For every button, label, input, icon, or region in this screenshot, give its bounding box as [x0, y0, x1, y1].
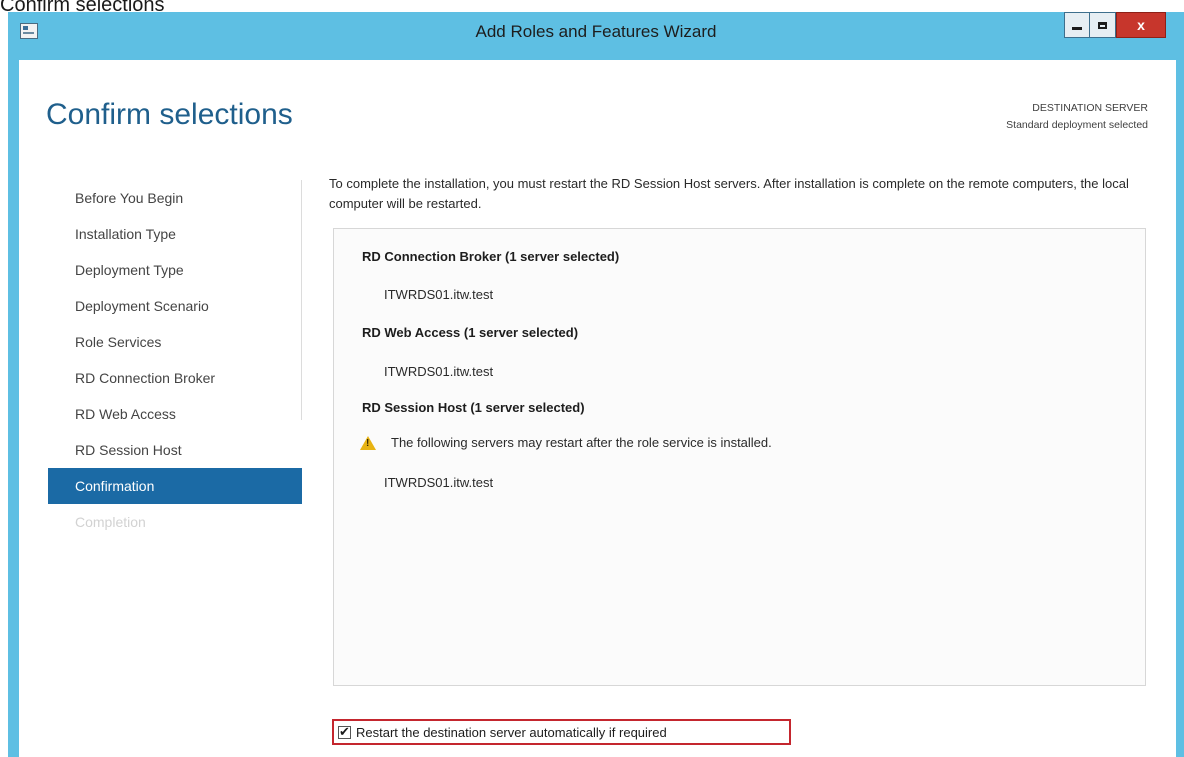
restart-description: To complete the installation, you must r… — [329, 176, 1129, 211]
minimize-button[interactable] — [1064, 12, 1090, 38]
server-item-connection-broker: ITWRDS01.itw.test — [384, 287, 494, 302]
selections-panel: RD Connection Broker (1 server selected)… — [333, 228, 1146, 686]
nav-item-rd-session-host[interactable]: RD Session Host — [48, 432, 302, 468]
maximize-button[interactable] — [1090, 12, 1116, 38]
section-heading-rd-session-host: RD Session Host (1 server selected) — [362, 400, 585, 415]
server-item-session-host: ITWRDS01.itw.test — [384, 475, 494, 490]
nav-item-rd-web-access[interactable]: RD Web Access — [48, 396, 302, 432]
restart-checkbox[interactable] — [338, 724, 351, 740]
destination-server-value: Standard deployment selected — [1006, 119, 1148, 131]
window-controls: x — [1064, 12, 1166, 38]
nav-item-deployment-scenario[interactable]: Deployment Scenario — [48, 288, 302, 324]
window-title: Add Roles and Features Wizard — [475, 22, 717, 41]
close-button[interactable]: x — [1116, 12, 1166, 38]
maximize-icon — [1098, 21, 1107, 29]
restart-warning: ! The following servers may restart afte… — [360, 435, 772, 450]
nav-item-before-you-begin[interactable]: Before You Begin — [48, 180, 302, 216]
close-icon: x — [1137, 17, 1145, 33]
destination-server-info: DESTINATION SERVER Standard deployment s… — [1006, 100, 1148, 134]
minimize-icon — [1072, 26, 1082, 30]
restart-warning-text: The following servers may restart after … — [391, 435, 772, 450]
wizard-content: Confirm selections DESTINATION SERVER St… — [19, 60, 1176, 757]
nav-item-confirmation[interactable]: Confirmation — [48, 468, 302, 504]
section-heading-rd-web-access: RD Web Access (1 server selected) — [362, 325, 579, 340]
nav-item-installation-type[interactable]: Installation Type — [48, 216, 302, 252]
server-item-web-access: ITWRDS01.itw.test — [384, 364, 494, 379]
nav-item-deployment-type[interactable]: Deployment Type — [48, 252, 302, 288]
nav-divider — [301, 180, 302, 420]
warning-icon: ! — [360, 435, 376, 450]
page-title: Confirm selections — [46, 98, 293, 131]
section-heading-rd-connection-broker: RD Connection Broker (1 server selected) — [362, 249, 620, 264]
wizard-nav: Before You Begin Installation Type Deplo… — [48, 180, 302, 540]
restart-checkbox-row[interactable]: Restart the destination server automatic… — [332, 719, 791, 745]
title-bar[interactable]: Add Roles and Features Wizard x — [8, 12, 1184, 60]
restart-checkbox-label[interactable]: Restart the destination server automatic… — [356, 725, 667, 740]
nav-item-role-services[interactable]: Role Services — [48, 324, 302, 360]
nav-item-completion: Completion — [75, 514, 146, 530]
wizard-window: Add Roles and Features Wizard x Confirm … — [8, 12, 1184, 757]
destination-server-label: DESTINATION SERVER — [1032, 102, 1148, 114]
nav-item-rd-connection-broker[interactable]: RD Connection Broker — [48, 360, 302, 396]
